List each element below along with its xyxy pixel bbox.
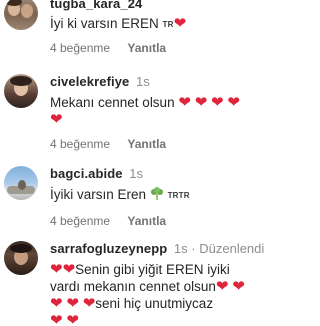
avatar[interactable] xyxy=(4,241,38,275)
heart-icon: ❤ xyxy=(232,278,245,295)
username[interactable]: sarrafogluzeynepp xyxy=(50,241,167,256)
heart-icon: ❤ xyxy=(50,312,63,326)
heart-icon: ❤ xyxy=(178,94,191,111)
comment-time: 1s xyxy=(136,74,150,89)
comment-item: bagci.abide 1s İyiki varsın Eren TRTR 4 … xyxy=(0,166,269,228)
heart-icon: ❤ xyxy=(50,261,63,278)
comment-text-content: Mekanı cennet olsun xyxy=(50,95,175,110)
heart-icon: ❤ xyxy=(66,295,79,312)
comment-meta: bagci.abide 1s xyxy=(50,166,263,182)
comment-text: Mekanı cennet olsun ❤ ❤ ❤ ❤ ❤ xyxy=(50,94,263,128)
comment-text-line-3: seni hiç unutmiycaz xyxy=(95,296,214,311)
comment-body: civelekrefiye 1s Mekanı cennet olsun ❤ ❤… xyxy=(50,74,263,151)
heart-icon: ❤ xyxy=(66,312,79,326)
likes-count[interactable]: 4 beğenme xyxy=(50,214,110,228)
comment-item: tugba_kara_24 İyi ki varsın EREN TR❤ 4 b… xyxy=(0,0,269,56)
comment-meta: civelekrefiye 1s xyxy=(50,74,263,90)
reply-button[interactable]: Yanıtla xyxy=(127,214,166,228)
comment-actions: 4 beğenme Yanıtla xyxy=(50,137,263,151)
comment-item: civelekrefiye 1s Mekanı cennet olsun ❤ ❤… xyxy=(0,74,269,151)
comment-text: İyi ki varsın EREN TR❤ xyxy=(50,15,263,33)
heart-icon: ❤ xyxy=(50,111,63,128)
comment-text-line-2: vardı mekanın cennet olsun xyxy=(50,279,216,294)
heart-icon: ❤ xyxy=(227,94,240,111)
heart-icon: ❤ xyxy=(173,15,187,32)
avatar[interactable] xyxy=(4,74,38,108)
heart-icon: ❤ xyxy=(211,94,224,111)
heart-icon: ❤ xyxy=(215,278,229,295)
comment-text-line-1: Senin gibi yiğit EREN iyiki xyxy=(75,262,230,277)
comment-body: tugba_kara_24 İyi ki varsın EREN TR❤ 4 b… xyxy=(50,0,263,55)
comment-body: bagci.abide 1s İyiki varsın Eren TRTR 4 … xyxy=(50,166,263,228)
comment-meta: tugba_kara_24 xyxy=(50,0,263,12)
edited-text: Düzenlendi xyxy=(199,241,265,256)
avatar[interactable] xyxy=(4,0,38,30)
heart-icon: ❤ xyxy=(62,261,76,278)
heart-icon: ❤ xyxy=(194,94,208,111)
comment-text-content: İyi ki varsın EREN xyxy=(50,16,159,31)
tr-flag-icon: TRTR xyxy=(167,191,190,200)
heart-icon: ❤ xyxy=(50,295,63,312)
username[interactable]: bagci.abide xyxy=(50,166,123,181)
comment-text-content: İyiki varsın Eren xyxy=(50,187,147,202)
comment-text: İyiki varsın Eren TRTR xyxy=(50,186,263,205)
likes-count[interactable]: 4 beğenme xyxy=(50,137,110,151)
username[interactable]: tugba_kara_24 xyxy=(50,0,142,11)
comment-actions: 4 beğenme Yanıtla xyxy=(50,41,263,55)
comment-body: sarrafogluzeynepp 1s · Düzenlendi ❤❤Seni… xyxy=(50,241,267,326)
comment-meta: sarrafogluzeynepp 1s · Düzenlendi xyxy=(50,241,267,257)
edited-label: · Düzenlendi xyxy=(191,241,265,256)
reply-button[interactable]: Yanıtla xyxy=(127,41,166,55)
comment-time: 1s xyxy=(173,241,188,256)
comment-time: 1s xyxy=(129,166,143,181)
reply-button[interactable]: Yanıtla xyxy=(127,137,166,151)
likes-count[interactable]: 4 beğenme xyxy=(50,41,110,55)
heart-icon: ❤ xyxy=(82,295,96,312)
broccoli-emoji-icon xyxy=(150,187,164,205)
avatar[interactable] xyxy=(4,166,38,200)
comment-item: sarrafogluzeynepp 1s · Düzenlendi ❤❤Seni… xyxy=(0,241,269,326)
comment-actions: 4 beğenme Yanıtla xyxy=(50,214,263,228)
tr-flag-icon: TR xyxy=(162,20,174,29)
comment-text: ❤❤Senin gibi yiğit EREN iyiki vardı meka… xyxy=(50,261,267,326)
username[interactable]: civelekrefiye xyxy=(50,74,129,89)
